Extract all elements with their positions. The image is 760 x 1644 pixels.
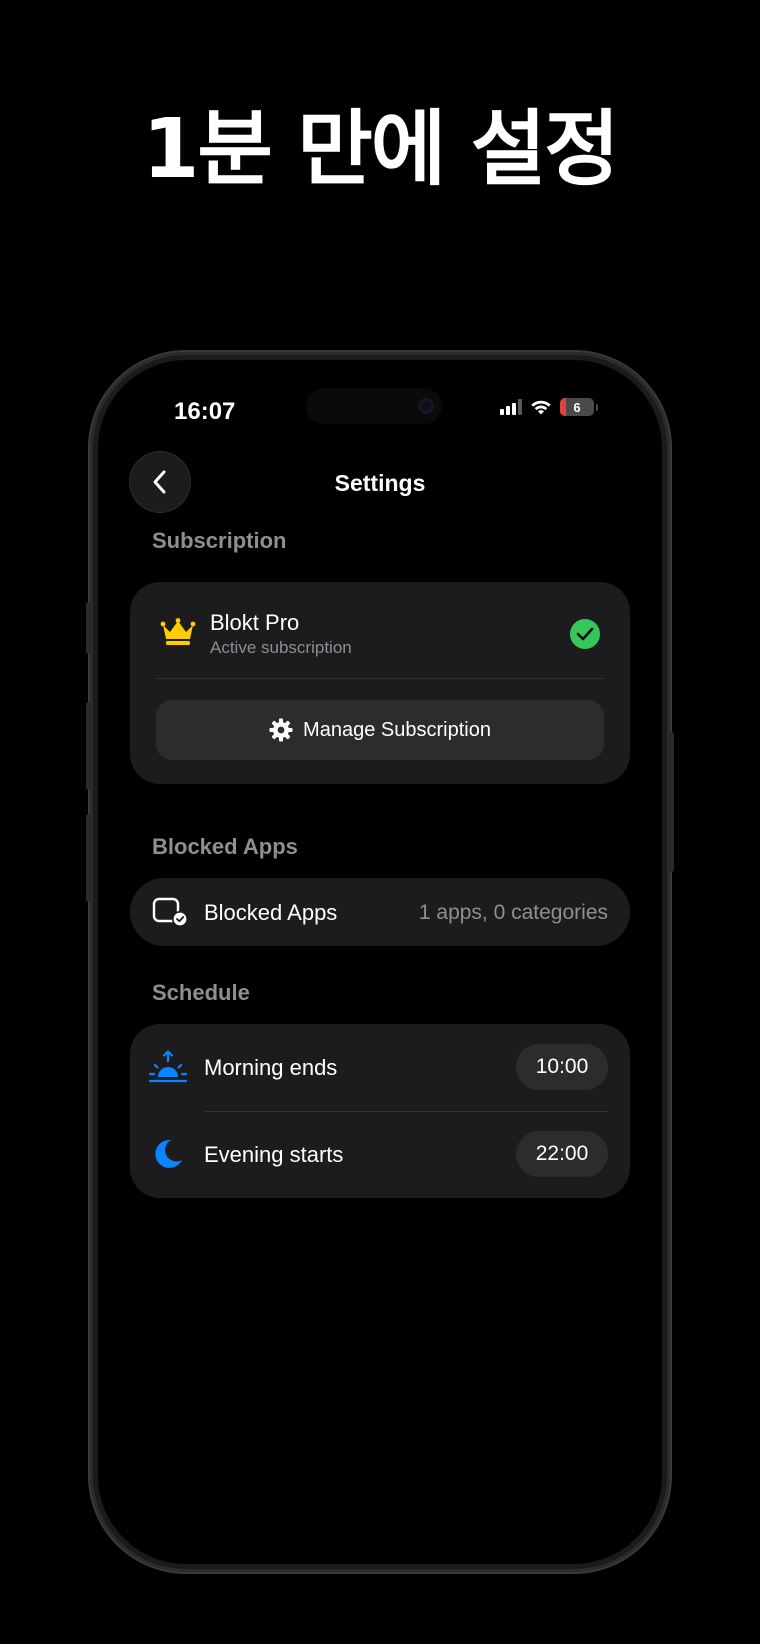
phone-volume-up-button xyxy=(86,702,91,790)
blocked-apps-label: Blocked Apps xyxy=(204,900,338,925)
blocked-apps-row[interactable]: Blocked Apps 1 apps, 0 categories xyxy=(130,878,630,946)
phone-power-button xyxy=(669,732,674,872)
wifi-icon xyxy=(531,400,551,414)
evening-starts-label: Evening starts xyxy=(204,1142,344,1167)
section-header-subscription: Subscription xyxy=(152,528,287,553)
moon-icon xyxy=(155,1139,182,1168)
phone-volume-down-button xyxy=(86,814,91,902)
battery-icon: 6 xyxy=(560,398,594,416)
camera-dot xyxy=(418,398,434,414)
checkmark-icon xyxy=(570,619,600,649)
morning-ends-time-picker[interactable]: 10:00 xyxy=(516,1044,608,1090)
phone-action-button xyxy=(86,602,91,654)
battery-level: 6 xyxy=(573,399,581,415)
page-title: Settings xyxy=(334,470,426,496)
phone-screen: 16:07 6 Settings Subscription Blokt Pro … xyxy=(98,360,662,1564)
manage-subscription-label: Manage Subscription xyxy=(303,718,491,741)
subscription-plan-name: Blokt Pro xyxy=(210,610,300,635)
section-header-schedule: Schedule xyxy=(152,980,250,1005)
cellular-signal-icon xyxy=(500,399,522,415)
crown-icon xyxy=(160,618,196,645)
sunrise-icon xyxy=(148,1050,188,1083)
morning-ends-label: Morning ends xyxy=(204,1055,338,1080)
section-header-blocked-apps: Blocked Apps xyxy=(152,834,298,859)
manage-subscription-button[interactable]: Manage Subscription xyxy=(156,700,604,760)
gear-icon xyxy=(269,718,293,742)
status-icons: 6 xyxy=(500,398,598,416)
status-time: 16:07 xyxy=(174,398,236,425)
subscription-divider xyxy=(156,678,604,679)
schedule-divider xyxy=(204,1111,608,1112)
app-shield-check-icon xyxy=(152,897,188,927)
evening-starts-time-picker[interactable]: 22:00 xyxy=(516,1131,608,1177)
schedule-card: Morning ends 10:00 Evening starts 22:00 xyxy=(130,1024,630,1198)
promo-headline: 1분 만에 설정 xyxy=(142,102,619,197)
phone-frame: 16:07 6 Settings Subscription Blokt Pro … xyxy=(86,352,674,1572)
subscription-status-text: Active subscription xyxy=(210,638,352,657)
subscription-card: Blokt Pro Active subscription Manage Sub… xyxy=(130,582,630,784)
blocked-apps-count: 1 apps, 0 categories xyxy=(418,901,608,924)
